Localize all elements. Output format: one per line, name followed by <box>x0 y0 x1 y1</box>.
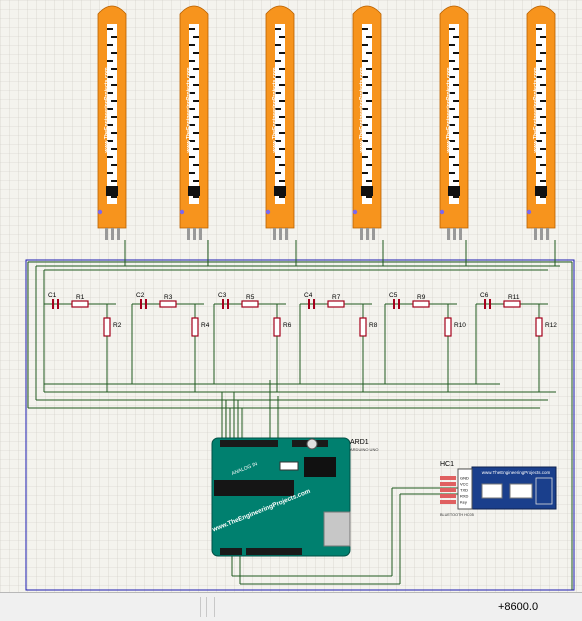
shunt-resistor-label: R4 <box>201 322 210 329</box>
bluetooth-pin-label: RXD <box>460 494 469 499</box>
sensor-label: www.TheEngineeringProjects.com <box>533 67 539 154</box>
arduino-uno[interactable]: www.TheEngineeringProjects.com ANALOG IN <box>211 437 351 557</box>
shunt-resistor-label: R6 <box>283 322 292 329</box>
capacitor-label: C3 <box>218 292 227 299</box>
flex-sensor[interactable]: www.TheEngineeringProjects.com <box>526 5 556 240</box>
series-resistor-label: R5 <box>246 294 255 301</box>
series-resistor-label: R1 <box>76 294 85 301</box>
arduino-part: ARDUINO UNO <box>350 447 378 452</box>
schematic-canvas[interactable]: www.TheEngineeringProjects.com www.TheEng… <box>0 0 582 592</box>
bluetooth-ref: HC1 <box>440 461 454 468</box>
sensor-label: www.TheEngineeringProjects.com <box>446 67 452 154</box>
bluetooth-pin-label: GND <box>460 476 469 481</box>
bluetooth-pin-label: VCC <box>460 482 469 487</box>
shunt-resistor-label: R2 <box>113 322 122 329</box>
flex-sensor[interactable]: www.TheEngineeringProjects.com <box>179 5 209 240</box>
shunt-resistor-label: R8 <box>369 322 378 329</box>
capacitor-label: C4 <box>304 292 313 299</box>
bluetooth-module[interactable]: www.TheEngineeringProjects.com <box>457 466 557 510</box>
bluetooth-part: BLUETOOTH HC05 <box>440 513 474 517</box>
bluetooth-site-label: www.TheEngineeringProjects.com <box>482 470 551 475</box>
capacitor-label: C1 <box>48 292 57 299</box>
series-resistor-label: R7 <box>332 294 341 301</box>
series-resistor-label: R9 <box>417 294 426 301</box>
arduino-ref: ARD1 <box>350 439 369 446</box>
flex-sensor[interactable]: www.TheEngineeringProjects.com <box>439 5 469 240</box>
bluetooth-pin-label: TXD <box>460 488 468 493</box>
sensor-label: www.TheEngineeringProjects.com <box>359 67 365 154</box>
series-resistor-label: R11 <box>508 294 520 301</box>
sensor-label: www.TheEngineeringProjects.com <box>272 67 278 154</box>
shunt-resistor-label: R12 <box>545 322 557 329</box>
coordinate-readout: +8600.0 <box>498 601 539 613</box>
capacitor-label: C5 <box>389 292 398 299</box>
sensor-label: www.TheEngineeringProjects.com <box>104 67 110 154</box>
shunt-resistor-label: R10 <box>454 322 466 329</box>
bluetooth-pin-label: Key <box>460 500 467 505</box>
capacitor-label: C6 <box>480 292 489 299</box>
flex-sensor[interactable]: www.TheEngineeringProjects.com <box>97 5 127 240</box>
sensor-label: www.TheEngineeringProjects.com <box>186 67 192 154</box>
capacitor-label: C2 <box>136 292 145 299</box>
flex-sensor[interactable]: www.TheEngineeringProjects.com <box>352 5 382 240</box>
flex-sensor[interactable]: www.TheEngineeringProjects.com <box>265 5 295 240</box>
status-bar: +8600.0 <box>0 592 582 621</box>
series-resistor-label: R3 <box>164 294 173 301</box>
